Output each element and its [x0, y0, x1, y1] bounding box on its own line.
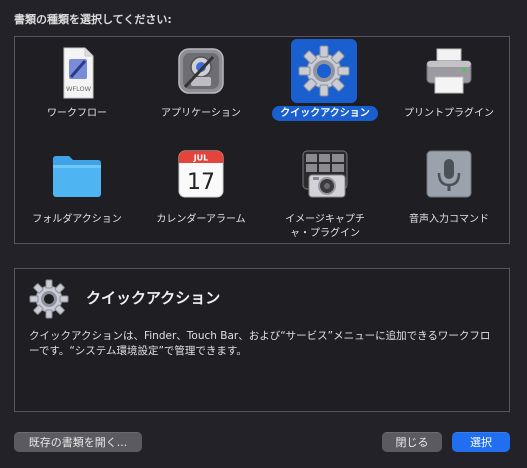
doc-type-dictation-command[interactable]: 音声入力コマンド	[387, 139, 511, 243]
description-text: クイックアクションは、Finder、Touch Bar、および“サービス”メニュ…	[29, 330, 491, 357]
automator-robot-icon	[173, 43, 229, 99]
doc-type-label: アプリケーション	[161, 108, 241, 119]
doc-type-quick-action[interactable]: クイックアクション	[263, 37, 387, 137]
doc-type-folder-action[interactable]: フォルダアクション	[15, 139, 139, 243]
doc-type-label: クイックアクション	[272, 106, 378, 121]
workflow-document-icon: WFLOW	[49, 45, 105, 101]
doc-type-workflow[interactable]: WFLOW ワークフロー	[15, 37, 139, 137]
doc-type-calendar-alarm[interactable]: JUL 17 カレンダーアラーム	[139, 139, 263, 243]
doc-type-label: カレンダーアラーム	[156, 214, 246, 225]
open-existing-document-button[interactable]: 既存の書類を開く...	[14, 432, 142, 452]
calendar-month: JUL	[193, 154, 209, 163]
doc-type-label: ワークフロー	[47, 108, 107, 119]
workflow-icon-text: WFLOW	[66, 85, 92, 93]
calendar-icon: JUL 17	[173, 147, 229, 203]
doc-type-print-plugin[interactable]: プリントプラグイン	[387, 37, 511, 137]
printer-icon	[421, 43, 477, 99]
prompt-label: 書類の種類を選択してください:	[14, 13, 172, 26]
choose-button[interactable]: 選択	[452, 432, 510, 452]
description-title: クイックアクション	[86, 289, 221, 307]
microphone-icon	[421, 147, 477, 203]
description-panel: クイックアクション クイックアクションは、Finder、Touch Bar、およ…	[14, 268, 510, 412]
doc-type-image-capture-plugin[interactable]: イメージキャプチ ャ・プラグイン	[263, 139, 387, 243]
gear-icon	[291, 39, 357, 103]
doc-type-label: イメージキャプチ ャ・プラグイン	[285, 214, 365, 239]
document-type-grid: WFLOW ワークフロー アプリケーション クイックアクション プリントプラグイ…	[14, 36, 510, 244]
doc-type-label: 音声入力コマンド	[409, 214, 489, 225]
gear-icon	[25, 275, 73, 323]
close-button[interactable]: 閉じる	[382, 432, 442, 452]
doc-type-label: フォルダアクション	[32, 214, 122, 225]
doc-type-label: プリントプラグイン	[404, 108, 494, 119]
doc-type-application[interactable]: アプリケーション	[139, 37, 263, 137]
image-capture-icon	[297, 147, 353, 203]
calendar-day: 17	[187, 170, 215, 195]
folder-icon	[49, 147, 105, 203]
